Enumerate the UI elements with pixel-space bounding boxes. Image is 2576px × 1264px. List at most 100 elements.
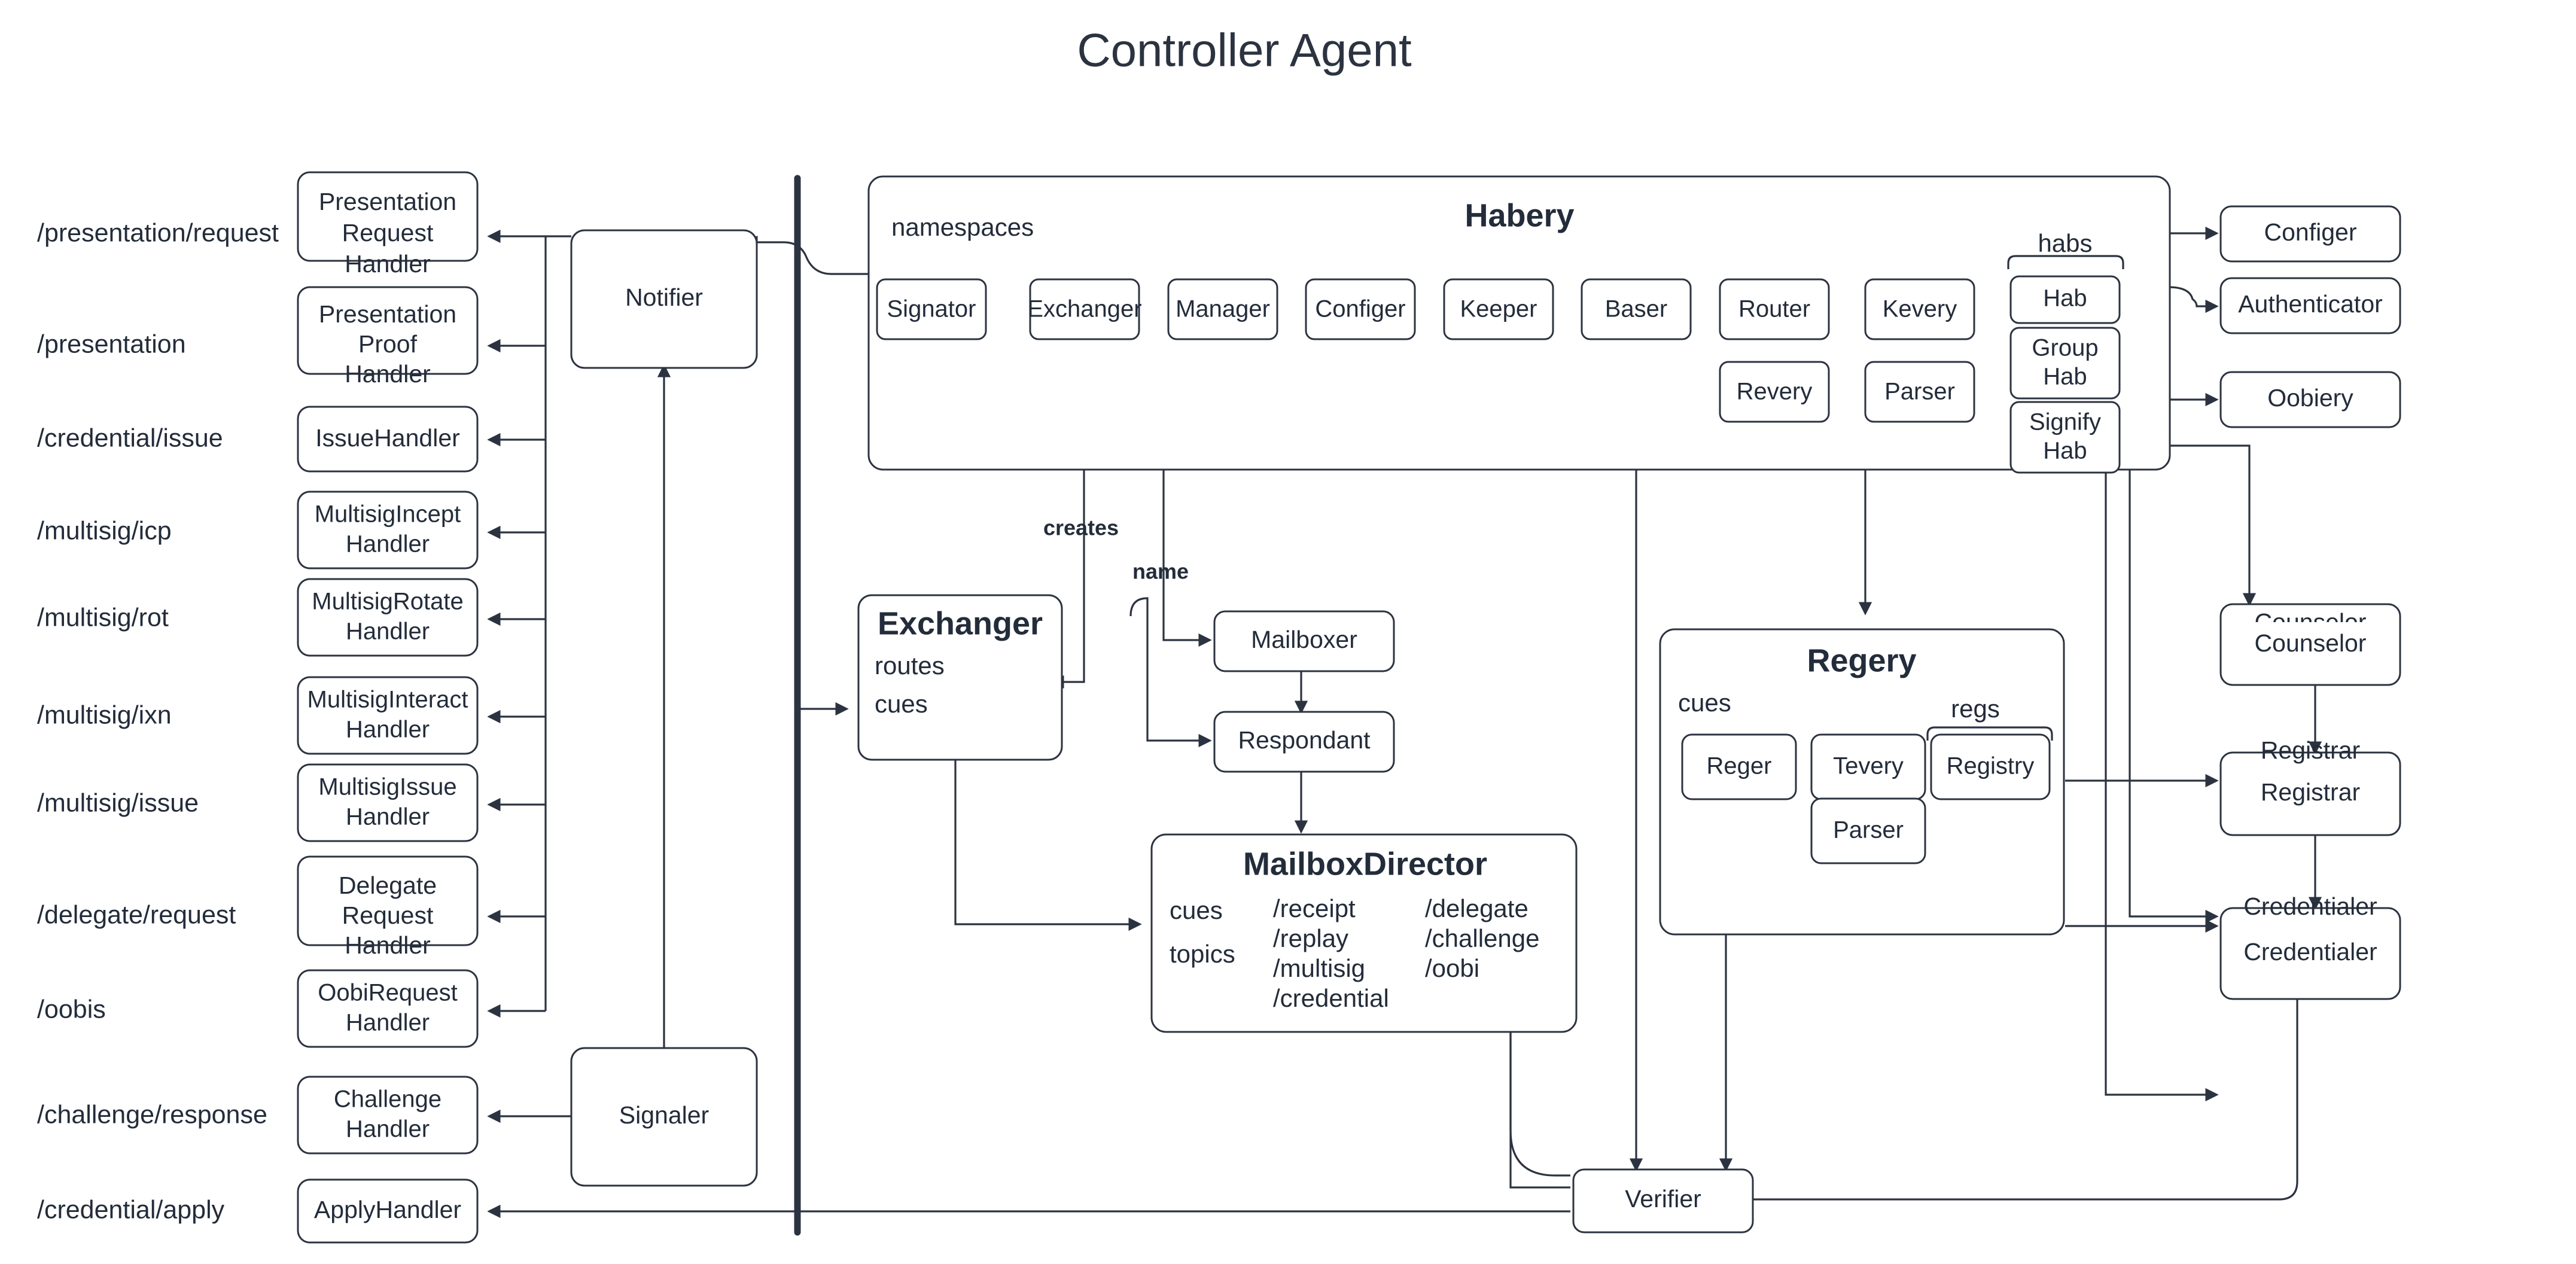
handler-label-7-l2: Handler: [345, 931, 431, 959]
respondant-label: Respondant: [1238, 726, 1371, 754]
verifier-group: Verifier: [1572, 1168, 1754, 1233]
registrar-box[interactable]: [2219, 751, 2401, 836]
exchanger-group: Exchanger routes cues: [857, 594, 1063, 761]
edge-label-creates: creates: [1043, 516, 1119, 540]
route-path-8: /oobis: [37, 995, 106, 1024]
routes-column: /presentation/request Presentation Reque…: [37, 171, 479, 1244]
handler-label-9-l0: Challenge: [334, 1086, 441, 1113]
edge-habery-to-notifier: [744, 235, 869, 275]
exchanger-field-routes: routes: [875, 651, 945, 680]
route-path-9: /challenge/response: [37, 1100, 267, 1129]
regery-group: Regery cues regs Reger Tevery Parser Reg…: [1659, 628, 2065, 936]
edge-habery-to-credentialer: [2105, 455, 2219, 1102]
habery-cell-label-0: Signator: [887, 296, 976, 322]
handler-label-0-l1: Request: [342, 219, 434, 246]
handler-label-9-l1: Handler: [346, 1116, 430, 1143]
route-path-4: /multisig/rot: [37, 603, 169, 632]
handler-label-7-l1: Request: [342, 901, 434, 929]
regery-cell-label-1: Tevery: [1833, 753, 1904, 779]
habery-cell-label-1: Exchanger: [1027, 296, 1141, 322]
handler-label-4-l0: MultisigRotate: [312, 589, 463, 615]
hab-label-1-l0: Group: [2032, 335, 2098, 361]
habery-group: Habery namespaces habs Signator Exchange…: [867, 175, 2171, 474]
regery-regs-label-0: Registry: [1947, 753, 2035, 779]
mbd-topic-c2-1: /challenge: [1425, 924, 1539, 952]
edge-verifier-to-credentialer: [1750, 955, 2304, 1201]
hab-label-2-l0: Signify: [2029, 409, 2101, 435]
handler-label-8-l1: Handler: [346, 1010, 430, 1036]
mbd-field-topics: topics: [1170, 940, 1235, 968]
habery-habs-label: habs: [2038, 229, 2092, 257]
route-path-0: /presentation/request: [37, 218, 279, 247]
oobiery-label: Oobiery: [2267, 384, 2353, 412]
handler-label-1-l1: Proof: [358, 330, 418, 358]
mbd-topic-c2-2: /oobi: [1425, 954, 1479, 982]
habery-cell-label-3: Configer: [1315, 296, 1405, 322]
handler-label-1-l0: Presentation: [319, 300, 456, 328]
handler-label-3-l1: Handler: [346, 531, 430, 558]
authenticator-label: Authenticator: [2238, 290, 2383, 318]
mbd-topic-c1-3: /credential: [1273, 984, 1389, 1012]
mbd-topic-c1-1: /replay: [1273, 924, 1348, 952]
mbd-topic-c2-0: /delegate: [1425, 894, 1528, 922]
regery-regs-label: regs: [1951, 695, 2000, 723]
habery-cell-label-5: Baser: [1605, 296, 1668, 322]
registrar-label: Registrar: [2261, 736, 2360, 764]
route-path-3: /multisig/icp: [37, 516, 172, 545]
handler-label-6-l0: MultisigIssue: [318, 774, 456, 800]
signaler-label: Signaler: [619, 1101, 709, 1129]
mbd-topic-c1-0: /receipt: [1273, 894, 1356, 922]
hab-label-2-l1: Hab: [2043, 438, 2087, 464]
handler-label-7-l0: Delegate: [339, 872, 437, 899]
mailboxer-label: Mailboxer: [1251, 626, 1357, 653]
handler-label-0-l0: Presentation: [319, 188, 456, 215]
mailbox-group: Mailboxer Respondant: [1213, 610, 1395, 773]
edge-notifier-bus: [544, 235, 571, 1011]
configer-label: Configer: [2264, 218, 2357, 246]
habery-cell-label-4: Keeper: [1460, 296, 1537, 322]
regery-cell-label-2: Parser: [1833, 817, 1904, 843]
exchanger-title: Exchanger: [878, 605, 1043, 641]
right-column-group: Configer Authenticator Oobiery Counselor…: [2219, 205, 2401, 1000]
handler-label-5-l1: Handler: [346, 717, 430, 743]
handler-label-10: ApplyHandler: [314, 1196, 461, 1223]
route-path-6: /multisig/issue: [37, 788, 199, 817]
habery-cell-label-2: Manager: [1176, 296, 1270, 322]
edge-habery-to-registrar: [2129, 455, 2219, 924]
edge-name-to-respondant: [1129, 597, 1212, 748]
credentialer-box[interactable]: [2219, 907, 2401, 1000]
edge-habery-to-authenticator: [2168, 286, 2219, 313]
habery-cell-label-6: Router: [1738, 296, 1810, 322]
hab-label-1-l1: Hab: [2043, 364, 2087, 390]
route-path-7: /delegate/request: [37, 900, 236, 929]
hab-label-0: Hab: [2043, 285, 2087, 312]
edge-habery-to-counselor: [2169, 444, 2257, 607]
counselor-label: Counselor: [2255, 608, 2367, 636]
habery-cell-label-8: Revery: [1737, 379, 1813, 405]
habery-namespaces-label: namespaces: [891, 213, 1034, 241]
mailbox-director-group: MailboxDirector cues topics /receipt /re…: [1150, 833, 1578, 1033]
regery-title: Regery: [1807, 642, 1916, 678]
edge-mbd-to-verifier: [1509, 1032, 1570, 1177]
habery-title: Habery: [1464, 197, 1574, 233]
route-path-10: /credential/apply: [37, 1195, 225, 1224]
handler-box-0[interactable]: [297, 171, 479, 262]
exchanger-field-cues: cues: [875, 690, 928, 718]
route-path-2: /credential/issue: [37, 424, 223, 452]
edge-mbd-verifier-link: [1509, 1032, 1570, 1189]
diagram-canvas: Controller Agent /presentation/request P…: [0, 0, 2576, 1264]
regery-cues-label: cues: [1678, 689, 1731, 717]
habery-cell-label-7: Kevery: [1883, 296, 1957, 322]
edge-label-name: name: [1132, 559, 1189, 584]
edge-exchanger-to-mbd: [954, 760, 1142, 931]
handler-label-1-l2: Handler: [345, 360, 431, 388]
mbd-topic-c1-2: /multisig: [1273, 954, 1365, 982]
habery-cell-label-9: Parser: [1884, 379, 1955, 405]
mbd-field-cues: cues: [1170, 896, 1223, 924]
notifier-label: Notifier: [625, 284, 703, 311]
handler-label-8-l0: OobiRequest: [318, 980, 457, 1006]
handler-label-6-l1: Handler: [346, 804, 430, 830]
handler-label-4-l1: Handler: [346, 619, 430, 645]
route-path-1: /presentation: [37, 330, 186, 358]
regery-cell-label-0: Reger: [1707, 753, 1772, 779]
